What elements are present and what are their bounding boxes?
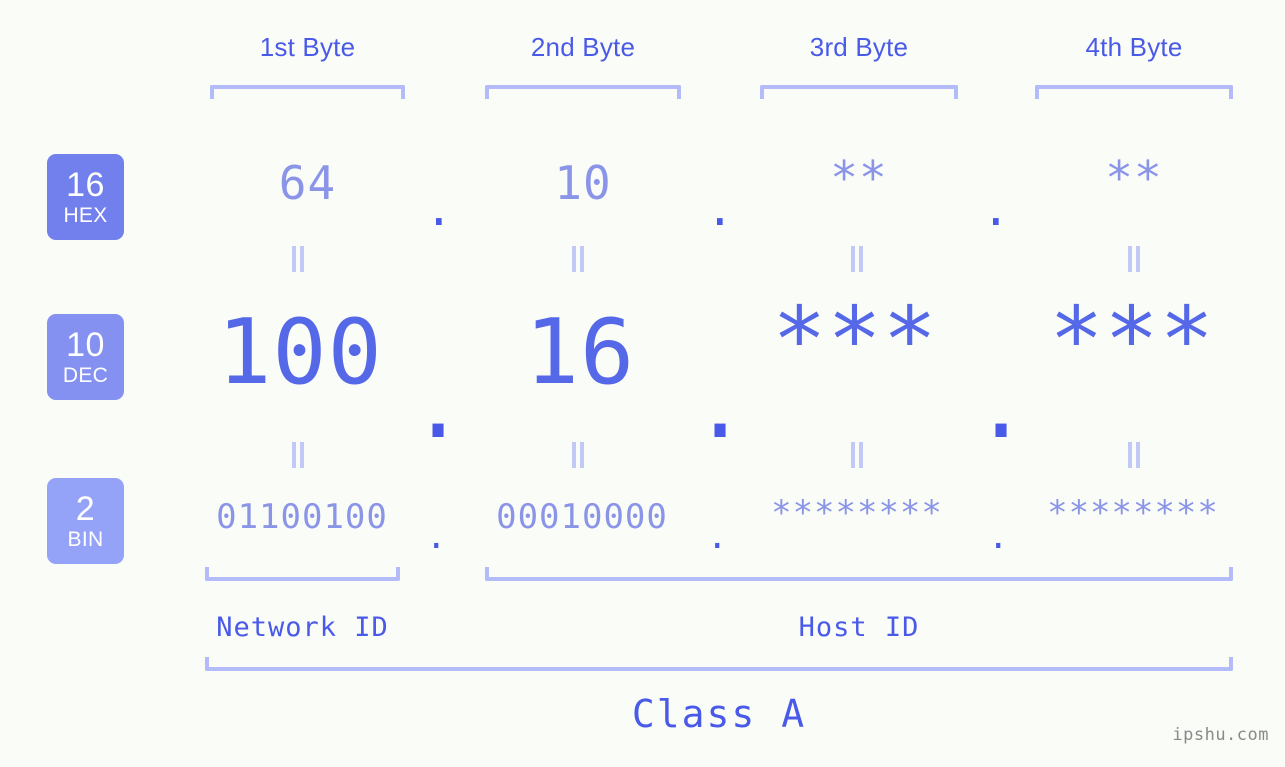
bin-byte-4-value: ********: [1047, 493, 1219, 533]
hex-byte-4-value: **: [1105, 151, 1163, 205]
dec-byte-3-value: ***: [772, 288, 938, 393]
equals-connector-dec-bin-1: [292, 442, 296, 468]
byte-bracket-4: [1035, 85, 1233, 99]
equals-connector-hex-dec-4: [1128, 246, 1132, 272]
hex-separator-2: .: [706, 182, 734, 236]
host-id-label: Host ID: [798, 612, 920, 643]
bin-separator-2: .: [707, 517, 728, 557]
dec-separator-2: .: [693, 354, 748, 459]
class-label: Class A: [631, 692, 807, 736]
equals-connector-hex-dec-3: [851, 246, 855, 272]
bin-byte-3-value: ********: [771, 493, 943, 533]
byte-bracket-1: [210, 85, 405, 99]
network-id-bracket-top: [205, 567, 400, 581]
base-badge-dec: 10 DEC: [47, 314, 124, 400]
base-badge-hex-name: HEX: [63, 204, 108, 227]
bin-separator-3: .: [988, 517, 1009, 557]
base-badge-dec-name: DEC: [62, 364, 109, 387]
dec-byte-1-value: 100: [217, 300, 383, 405]
equals-connector-dec-bin-4: [1128, 442, 1132, 468]
byte-bracket-2: [485, 85, 681, 99]
byte-header-4: 4th Byte: [1085, 32, 1183, 62]
hex-separator-1: .: [425, 182, 453, 236]
hex-separator-3: .: [982, 182, 1010, 236]
base-badge-bin-name: BIN: [67, 528, 104, 551]
equals-connector-dec-bin-2: [572, 442, 576, 468]
bin-separator-1: .: [426, 517, 447, 557]
dec-byte-4-value: ***: [1049, 288, 1215, 393]
dec-separator-1: .: [411, 354, 466, 459]
base-badge-hex: 16 HEX: [47, 154, 124, 240]
byte-header-1: 1st Byte: [259, 32, 356, 62]
dec-byte-2-value: 16: [524, 300, 636, 405]
base-badge-dec-number: 10: [66, 326, 105, 364]
byte-header-2: 2nd Byte: [530, 32, 636, 62]
site-watermark: ipshu.com: [1172, 725, 1269, 745]
host-id-bracket-top: [485, 567, 1233, 581]
base-badge-bin-number: 2: [75, 490, 96, 528]
equals-connector-hex-dec-2: [572, 246, 576, 272]
bin-byte-1-value: 01100100: [216, 497, 388, 537]
dec-separator-3: .: [974, 354, 1029, 459]
class-bracket: [205, 657, 1233, 671]
ip-byte-breakdown-diagram: 1st Byte 2nd Byte 3rd Byte 4th Byte 16 H…: [0, 0, 1285, 767]
bin-byte-2-value: 00010000: [496, 497, 668, 537]
network-id-label: Network ID: [216, 612, 389, 643]
byte-header-3: 3rd Byte: [809, 32, 909, 62]
equals-connector-hex-dec-1: [292, 246, 296, 272]
hex-byte-1-value: 64: [278, 156, 337, 210]
equals-connector-dec-bin-3: [851, 442, 855, 468]
base-badge-hex-number: 16: [66, 166, 105, 204]
base-badge-bin: 2 BIN: [47, 478, 124, 564]
hex-byte-3-value: **: [830, 151, 888, 205]
byte-bracket-3: [760, 85, 958, 99]
hex-byte-2-value: 10: [554, 156, 612, 210]
